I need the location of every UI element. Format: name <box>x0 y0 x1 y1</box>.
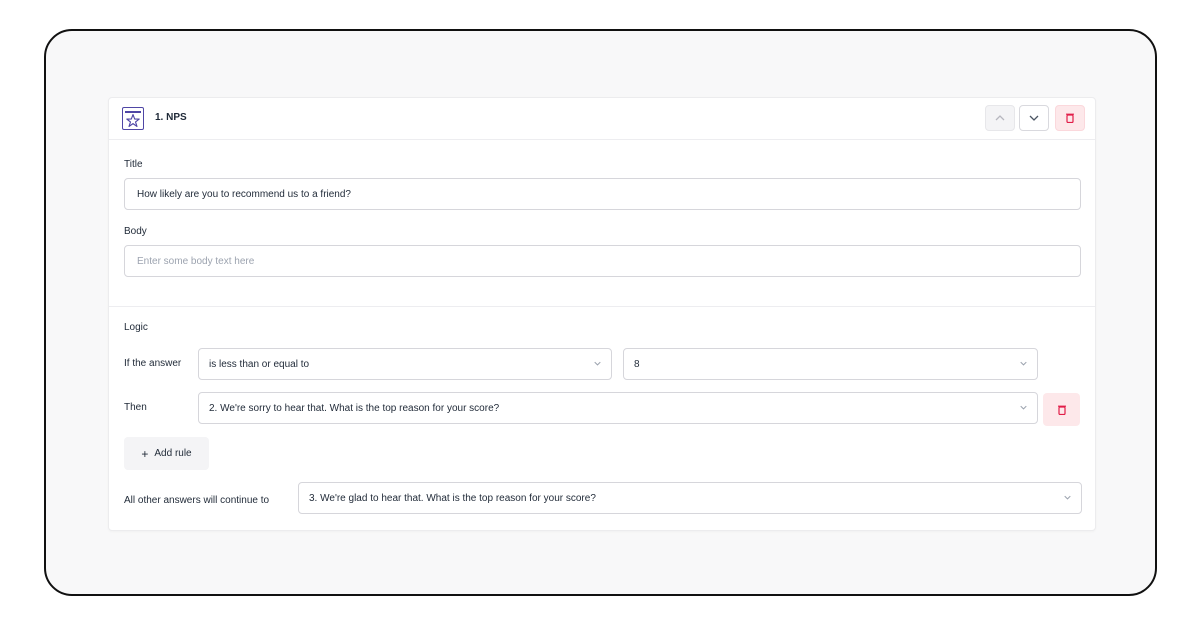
add-rule-button[interactable]: + Add rule <box>124 437 209 470</box>
then-label: Then <box>124 402 147 413</box>
chevron-down-icon <box>1020 405 1027 410</box>
value-select[interactable]: 8 <box>623 348 1038 380</box>
chevron-up-icon <box>995 115 1005 121</box>
condition-select[interactable]: is less than or equal to <box>198 348 612 380</box>
chevron-down-icon <box>1020 361 1027 366</box>
value-value: 8 <box>634 358 640 370</box>
trash-icon <box>1066 113 1074 123</box>
other-answers-label: All other answers will continue to <box>124 495 270 506</box>
star-icon <box>122 107 144 130</box>
add-rule-label: Add rule <box>154 448 192 459</box>
title-input[interactable] <box>124 178 1081 210</box>
move-down-button[interactable] <box>1019 105 1049 131</box>
if-answer-label: If the answer <box>124 358 182 369</box>
question-title: 1. NPS <box>155 112 187 123</box>
plus-icon: + <box>141 446 149 461</box>
other-answers-select[interactable]: 3. We're glad to hear that. What is the … <box>298 482 1082 514</box>
question-card: 1. NPS Title Body Logic <box>108 97 1096 531</box>
trash-icon <box>1057 405 1066 415</box>
delete-rule-button[interactable] <box>1043 393 1080 426</box>
title-label: Title <box>124 159 143 170</box>
question-header: 1. NPS <box>109 98 1095 140</box>
logic-label: Logic <box>124 322 148 333</box>
body-input[interactable] <box>124 245 1081 277</box>
chevron-down-icon <box>1064 495 1071 500</box>
delete-question-button[interactable] <box>1055 105 1085 131</box>
chevron-down-icon <box>1029 115 1039 121</box>
then-target: 2. We're sorry to hear that. What is the… <box>209 402 500 414</box>
section-divider <box>109 306 1095 307</box>
condition-value: is less than or equal to <box>209 358 310 370</box>
then-select[interactable]: 2. We're sorry to hear that. What is the… <box>198 392 1038 424</box>
move-up-button[interactable] <box>985 105 1015 131</box>
body-label: Body <box>124 226 147 237</box>
other-target: 3. We're glad to hear that. What is the … <box>309 492 596 504</box>
chevron-down-icon <box>594 361 601 366</box>
app-frame: 1. NPS Title Body Logic <box>44 29 1157 596</box>
